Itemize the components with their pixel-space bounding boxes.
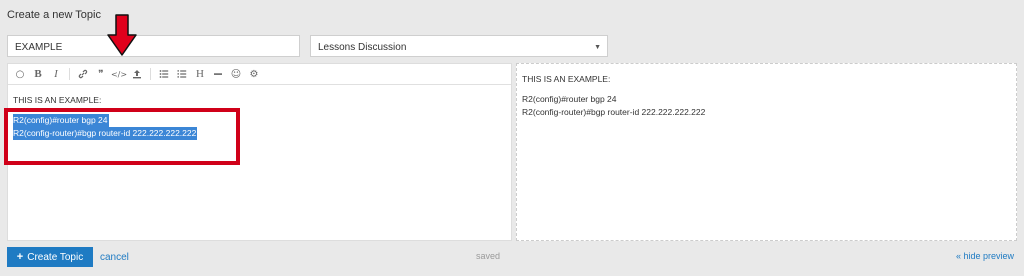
create-topic-button[interactable]: + Create Topic — [7, 247, 93, 267]
numbered-list-icon[interactable] — [174, 66, 190, 82]
preview-pane: THIS IS AN EXAMPLE: R2(config)#router bg… — [516, 63, 1017, 241]
category-select[interactable]: Lessons Discussion ▼ — [310, 35, 608, 57]
preview-line: THIS IS AN EXAMPLE: — [522, 74, 611, 84]
options-gear-icon[interactable]: ⚙ — [246, 66, 262, 82]
selection-annotation-box — [4, 108, 240, 165]
heading-icon[interactable]: H — [192, 66, 208, 82]
annotation-arrow-icon — [107, 14, 137, 56]
category-select-value: Lessons Discussion — [318, 42, 407, 53]
preview-line: R2(config)#router bgp 24 — [522, 94, 617, 104]
italic-icon[interactable]: I — [48, 66, 64, 82]
topic-title-input[interactable]: EXAMPLE — [7, 35, 300, 57]
formatting-toolbar: ○ B I ❞ </> H ☺ ⚙ — [8, 64, 511, 85]
saved-status: saved — [476, 251, 501, 261]
bold-icon[interactable]: B — [30, 66, 46, 82]
page-title: Create a new Topic — [7, 9, 101, 21]
upload-icon[interactable] — [129, 66, 145, 82]
code-icon[interactable]: </> — [111, 66, 127, 82]
quote-icon[interactable]: ○ — [12, 66, 28, 82]
create-topic-label: Create Topic — [27, 251, 84, 263]
toolbar-divider — [69, 68, 70, 80]
bullet-list-icon[interactable] — [156, 66, 172, 82]
link-icon[interactable] — [75, 66, 91, 82]
emoji-icon[interactable]: ☺ — [228, 66, 244, 82]
editor-line: THIS IS AN EXAMPLE: — [13, 95, 102, 105]
cancel-link[interactable]: cancel — [100, 252, 129, 263]
blockquote-icon[interactable]: ❞ — [93, 66, 109, 82]
chevron-down-icon: ▼ — [594, 44, 601, 51]
plus-icon: + — [16, 251, 24, 263]
horizontal-rule-icon[interactable] — [210, 66, 226, 82]
preview-line: R2(config-router)#bgp router-id 222.222.… — [522, 107, 706, 117]
hide-preview-link[interactable]: « hide preview — [956, 251, 1014, 261]
toolbar-divider — [150, 68, 151, 80]
